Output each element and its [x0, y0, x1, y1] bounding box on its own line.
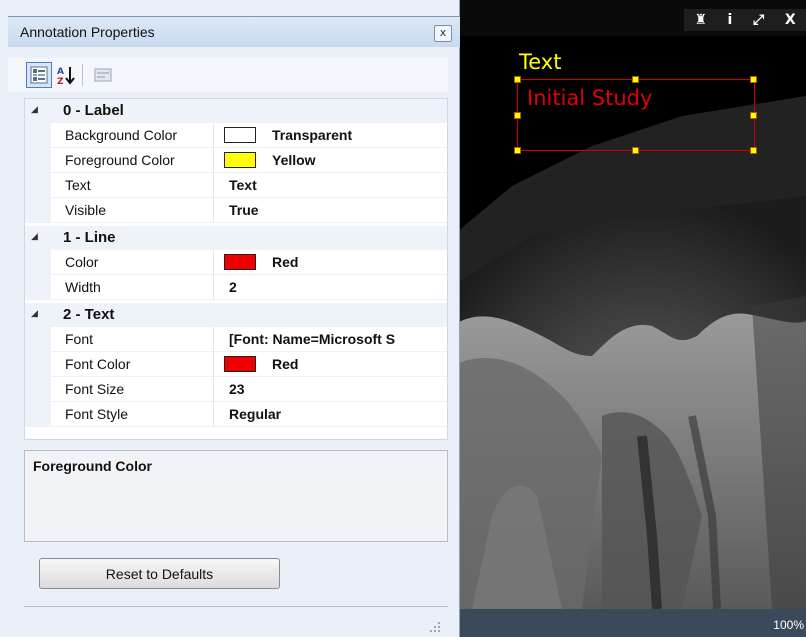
svg-text:A: A [57, 67, 64, 77]
property-row-visible[interactable]: Visible True [25, 198, 447, 223]
property-value[interactable]: Yellow [272, 152, 316, 168]
color-swatch [224, 356, 256, 372]
category-row-text[interactable]: ◢ 2 - Text [25, 303, 447, 327]
info-icon[interactable]: i [728, 12, 733, 28]
color-swatch [224, 152, 256, 168]
property-grid-toolbar: A Z [8, 58, 448, 92]
property-value[interactable]: Red [272, 356, 298, 372]
category-row-line[interactable]: ◢ 1 - Line [25, 226, 447, 250]
property-row-background-color[interactable]: Background Color Transparent [25, 123, 447, 148]
svg-text:Z: Z [57, 77, 64, 86]
viewer-toolbar: ♜ i ⤢ X [684, 9, 806, 31]
collapse-arrow-icon[interactable]: ◢ [31, 105, 38, 115]
description-title: Foreground Color [33, 458, 152, 474]
viewer-status-bar: 100% [452, 609, 806, 637]
resize-handle[interactable] [750, 76, 757, 83]
category-row-label[interactable]: ◢ 0 - Label [25, 99, 447, 123]
property-row-foreground-color[interactable]: Foreground Color Yellow [25, 148, 447, 173]
panel-title-bar[interactable]: Annotation Properties x [8, 16, 460, 47]
panel-title: Annotation Properties [20, 24, 155, 40]
resize-handle[interactable] [514, 76, 521, 83]
category-label: 0 - Label [63, 102, 124, 119]
annotation-properties-panel: Annotation Properties x A Z ◢ 0 - Label … [0, 0, 460, 637]
zoom-level: 100% [773, 618, 804, 632]
property-value[interactable]: Text [229, 177, 257, 193]
annotation-label[interactable]: Text [519, 52, 561, 73]
color-swatch [224, 127, 256, 143]
property-value[interactable]: 23 [229, 381, 245, 397]
collapse-arrow-icon[interactable]: ◢ [31, 309, 38, 319]
toolbar-separator [82, 64, 83, 86]
resize-handle[interactable] [514, 147, 521, 154]
property-value[interactable]: Regular [229, 406, 281, 422]
property-name: Color [65, 254, 99, 270]
resize-handle[interactable] [750, 112, 757, 119]
property-row-font-color[interactable]: Font Color Red [25, 352, 447, 377]
property-row-width[interactable]: Width 2 [25, 275, 447, 300]
property-pages-icon[interactable] [90, 62, 116, 88]
property-row-font-style[interactable]: Font Style Regular [25, 402, 447, 427]
property-name: Foreground Color [65, 152, 175, 168]
property-value[interactable]: True [229, 202, 259, 218]
reset-to-defaults-button[interactable]: Reset to Defaults [39, 558, 280, 589]
sort-alphabetical-icon[interactable]: A Z [53, 62, 79, 88]
category-label: 1 - Line [63, 229, 116, 246]
property-name: Font Style [65, 406, 129, 422]
close-icon[interactable]: x [434, 25, 452, 42]
property-row-text[interactable]: Text Text [25, 173, 447, 198]
property-row-font-size[interactable]: Font Size 23 [25, 377, 447, 402]
categorized-view-icon[interactable] [26, 62, 52, 88]
category-label: 2 - Text [63, 306, 115, 323]
property-description-pane: Foreground Color [24, 450, 448, 542]
property-name: Text [65, 177, 91, 193]
xray-viewer[interactable]: ♜ i ⤢ X Text Initial Study 100% [452, 0, 806, 637]
annotation-text[interactable]: Initial Study [527, 88, 652, 109]
close-viewer-icon[interactable]: X [785, 12, 796, 28]
divider [24, 606, 448, 607]
resize-handle[interactable] [632, 76, 639, 83]
expand-icon[interactable]: ⤢ [753, 12, 764, 28]
resize-handle[interactable] [514, 112, 521, 119]
collapse-arrow-icon[interactable]: ◢ [31, 232, 38, 242]
color-swatch [224, 254, 256, 270]
resize-grip-icon[interactable] [428, 620, 442, 632]
property-value[interactable]: 2 [229, 279, 237, 295]
property-value[interactable]: Transparent [272, 127, 352, 143]
resize-handle[interactable] [632, 147, 639, 154]
property-row-color[interactable]: Color Red [25, 250, 447, 275]
tooth-icon[interactable]: ♜ [694, 12, 707, 28]
property-name: Font Size [65, 381, 125, 397]
property-value[interactable]: Red [272, 254, 298, 270]
property-name: Visible [65, 202, 106, 218]
property-name: Background Color [65, 127, 178, 143]
property-value[interactable]: [Font: Name=Microsoft S [229, 331, 395, 347]
property-row-font[interactable]: Font [Font: Name=Microsoft S [25, 327, 447, 352]
property-name: Font Color [65, 356, 131, 372]
resize-handle[interactable] [750, 147, 757, 154]
property-name: Width [65, 279, 101, 295]
property-name: Font [65, 331, 94, 347]
property-grid: ◢ 0 - Label Background Color Transparent… [24, 98, 448, 440]
